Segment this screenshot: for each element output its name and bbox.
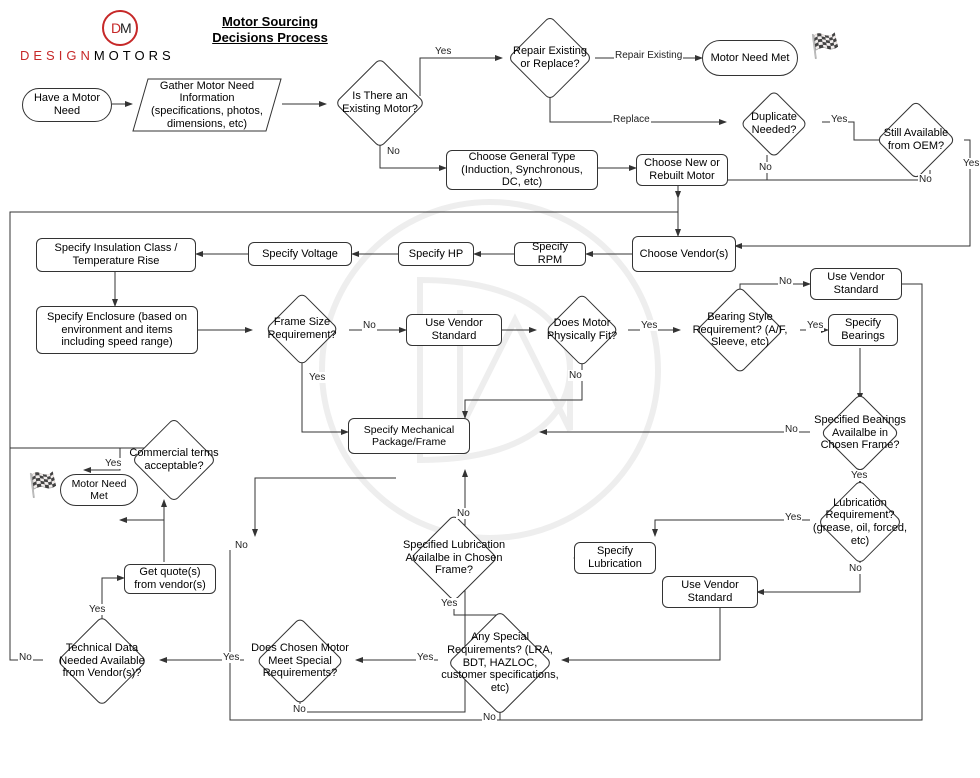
label-no: No — [848, 563, 863, 574]
label-no: No — [234, 540, 249, 551]
node-choose-type: Choose General Type (Induction, Synchron… — [446, 150, 598, 190]
label-no: No — [918, 174, 933, 185]
node-any-special: Any Special Requirements? (LRA, BDT, HAZ… — [434, 614, 566, 712]
node-motor-need-met-2: Motor Need Met — [60, 474, 138, 506]
node-motor-need-met-1: Motor Need Met — [702, 40, 798, 76]
label-yes: Yes — [88, 604, 106, 615]
node-have-motor-need: Have a Motor Need — [22, 88, 112, 122]
label-no: No — [758, 162, 773, 173]
node-spec-insulation: Specify Insulation Class / Temperature R… — [36, 238, 196, 272]
node-spec-lube: Specify Lubrication — [574, 542, 656, 574]
node-lube-req: Lubrication Requirement? (grease, oil, f… — [800, 482, 920, 562]
label-yes: Yes — [222, 652, 240, 663]
node-spec-mech-pkg: Specify Mechanical Package/Frame — [348, 418, 470, 454]
node-lube-avail: Specified Lubrication Availalbe in Chose… — [392, 518, 516, 598]
label-no: No — [386, 146, 401, 157]
node-vendor-std-3: Use Vendor Standard — [662, 576, 758, 608]
node-motor-fit: Does Motor Physically Fit? — [536, 296, 628, 364]
node-existing-motor: Is There an Existing Motor? — [326, 62, 434, 144]
label-yes: Yes — [434, 46, 452, 57]
label-yes: Yes — [440, 598, 458, 609]
label-yes: Yes — [416, 652, 434, 663]
label-yes: Yes — [640, 320, 658, 331]
label-no: No — [292, 704, 307, 715]
node-oem-available: Still Available from OEM? — [868, 102, 964, 178]
label-no: No — [568, 370, 583, 381]
node-bearing-style: Bearing Style Requirement? (A/F, Sleeve,… — [680, 290, 800, 370]
node-spec-bearings: Specify Bearings — [828, 314, 898, 346]
node-tech-data: Technical Data Needed Available from Ven… — [44, 618, 160, 704]
label-yes: Yes — [962, 158, 980, 169]
node-vendor-std-2: Use Vendor Standard — [810, 268, 902, 300]
node-frame-size-req: Frame Size Requirement? — [252, 298, 352, 360]
label-yes: Yes — [308, 372, 326, 383]
node-duplicate-needed: Duplicate Needed? — [726, 94, 822, 154]
node-meet-special: Does Chosen Motor Meet Special Requireme… — [244, 620, 356, 702]
node-get-quotes: Get quote(s) from vendor(s) — [124, 564, 216, 594]
node-repair-replace: Repair Existing or Replace? — [502, 18, 598, 98]
node-gather-info: Gather Motor Need Information (specifica… — [132, 78, 282, 132]
node-spec-rpm: Specify RPM — [514, 242, 586, 266]
label-yes: Yes — [806, 320, 824, 331]
label-no: No — [18, 652, 33, 663]
node-spec-voltage: Specify Voltage — [248, 242, 352, 266]
node-spec-hp: Specify HP — [398, 242, 474, 266]
label-no: No — [362, 320, 377, 331]
node-bearings-avail: Specified Bearings Availalbe in Chosen F… — [808, 398, 912, 468]
label-no: No — [784, 424, 799, 435]
label-yes: Yes — [850, 470, 868, 481]
label-no: No — [456, 508, 471, 519]
node-new-or-rebuilt: Choose New or Rebuilt Motor — [636, 154, 728, 186]
node-spec-enclosure: Specify Enclosure (based on environment … — [36, 306, 198, 354]
label-no: No — [778, 276, 793, 287]
node-choose-vendor: Choose Vendor(s) — [632, 236, 736, 272]
label-no: No — [482, 712, 497, 723]
node-vendor-std-1: Use Vendor Standard — [406, 314, 502, 346]
flowchart: D M DESIGNMOTORS Motor Sourcing Decision… — [0, 0, 980, 778]
label-yes: Yes — [830, 114, 848, 125]
label-repair-existing: Repair Existing — [614, 50, 683, 61]
label-replace: Replace — [612, 114, 651, 125]
